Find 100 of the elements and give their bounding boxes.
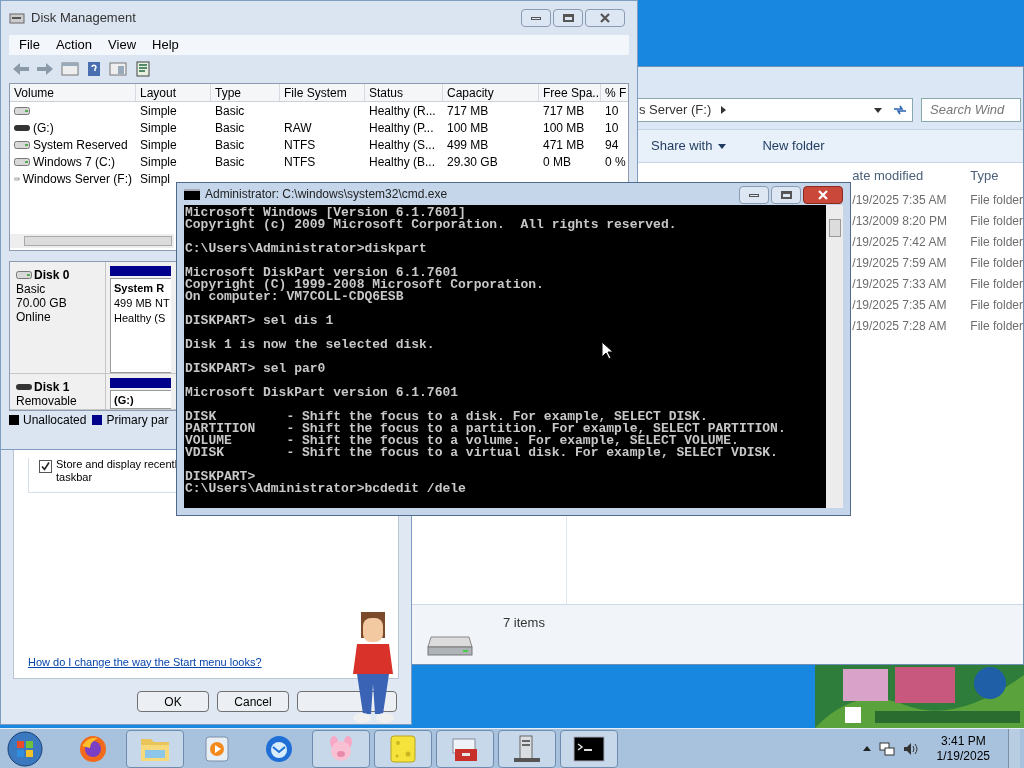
date-cell-text: /19/2025 7:59 AM [852, 254, 948, 272]
disk-info: Online [16, 310, 52, 324]
type-cell-text: File folder [970, 191, 1023, 209]
table-cell-text: Basic [215, 136, 245, 154]
column-header[interactable]: File System [280, 84, 365, 101]
checkbox[interactable] [39, 460, 52, 473]
window-title: Administrator: C:\windows\system32\cmd.exe [205, 186, 448, 203]
menu-item[interactable]: Help [152, 35, 179, 55]
menu-item[interactable]: View [108, 35, 137, 55]
app-icon [9, 11, 25, 25]
console-line: VOLUME - Shift the focus to a volume. For example, SELECT VOLUME. [185, 435, 739, 447]
column-header[interactable]: Free Spa... [539, 84, 601, 101]
table-cell-text: Simple [140, 119, 177, 137]
refresh-icon[interactable] [892, 104, 908, 116]
type-cell-text: File folder [970, 275, 1023, 293]
console-icon [184, 188, 200, 200]
console-line: Microsoft DiskPart version 6.1.7601 [185, 387, 459, 399]
maximize-button[interactable] [771, 186, 801, 204]
table-cell-text: Healthy (S... [369, 136, 436, 154]
type-cell-text: File folder [970, 317, 1023, 335]
table-cell-text: System Reserved [33, 136, 128, 154]
column-header[interactable]: % F [601, 84, 628, 101]
close-button[interactable] [803, 186, 843, 204]
table-cell-text: Simpl [140, 170, 170, 188]
column-header[interactable]: Volume [10, 84, 136, 101]
drive-icon [14, 139, 30, 150]
console-line: Copyright (C) 1999-2008 Microsoft Corporation. [185, 279, 544, 291]
dialog-button[interactable]: Cancel [217, 691, 289, 712]
table-cell-text: NTFS [284, 153, 316, 171]
disk-name: Disk 0 [34, 268, 70, 282]
table-cell-text: 499 MB [447, 136, 489, 154]
new-folder-button[interactable]: New folder [762, 136, 825, 156]
help-link[interactable]: How do I change the way the Start menu looks? [28, 653, 262, 670]
table-cell-text: 10 [605, 102, 619, 120]
minimize-button[interactable] [739, 186, 769, 204]
console-line: PARTITION - Shift the focus to a partition. For example, SELECT PARTITION. [185, 423, 786, 435]
column-header[interactable]: Status [365, 84, 443, 101]
partition-block[interactable]: (G:) [110, 390, 171, 409]
vertical-scrollbar[interactable] [826, 205, 843, 508]
caret-icon [718, 143, 727, 149]
date-cell-text: /19/2025 7:35 AM [852, 296, 948, 314]
partition-bar [110, 378, 171, 388]
column-header[interactable]: Capacity [443, 84, 539, 101]
table-cell-text: 29.30 GB [447, 153, 498, 171]
column-header[interactable]: Layout [136, 84, 211, 101]
table-cell-text: 100 MB [543, 119, 585, 137]
show-hidden-icon[interactable] [862, 746, 871, 751]
sponge-icon [389, 733, 417, 764]
dialog-button[interactable]: OK [137, 691, 209, 712]
table-cell-text: NTFS [284, 136, 316, 154]
clock[interactable]: 3:41 PM 1/19/2025 [926, 733, 1000, 764]
legend-label: Unallocated [23, 412, 87, 429]
column-header[interactable]: ate modified [852, 166, 971, 186]
drive-icon [14, 123, 30, 132]
browser-icon [78, 733, 108, 764]
drive-icon [16, 383, 32, 391]
console-line: DISKPART> [185, 471, 256, 483]
show-desktop-button[interactable] [1008, 728, 1020, 768]
checkbox-label: taskbar [56, 471, 93, 484]
table-cell-text: 100 MB [447, 119, 489, 137]
close-button[interactable] [585, 9, 625, 27]
console-line: Copyright (c) 2009 Microsoft Corporation. All rights reserved. [185, 219, 677, 231]
taskbar-button[interactable] [560, 729, 618, 768]
close-icon [600, 13, 610, 23]
date-cell-text: /19/2025 7:28 AM [852, 317, 948, 335]
table-cell-text: Windows 7 (C:) [33, 153, 115, 171]
computer-icon [512, 733, 542, 764]
partition-info: 499 MB NT [114, 296, 170, 311]
network-icon[interactable] [878, 740, 895, 757]
maximize-button[interactable] [553, 9, 583, 27]
search-field[interactable]: Search Wind [921, 98, 1021, 122]
console-line: DISK - Shift the focus to a disk. For example, SELECT DISK. [185, 411, 708, 423]
help-icon[interactable] [87, 61, 101, 77]
table-cell-text: 471 MB [543, 136, 585, 154]
column-header[interactable]: Type [970, 166, 999, 186]
console-icon [573, 735, 605, 762]
menu-item[interactable]: File [19, 35, 40, 55]
properties-icon[interactable] [135, 61, 151, 77]
share-with-button[interactable]: Share with [651, 136, 727, 156]
type-cell-text: File folder [970, 254, 1023, 272]
close-icon [818, 190, 828, 200]
date-cell-text: /19/2025 7:35 AM [852, 191, 948, 209]
dropdown-icon[interactable] [874, 107, 882, 113]
table-cell-text: Basic [215, 102, 245, 120]
table-cell-text: Simple [140, 102, 177, 120]
partition-block[interactable]: System R 499 MB NT Healthy (S [110, 278, 171, 373]
column-header[interactable]: Type [211, 84, 280, 101]
mail-icon [264, 733, 294, 764]
table-cell-text: 0 MB [543, 153, 571, 171]
console-line: DISKPART> sel dis 1 [185, 315, 334, 327]
drive-icon [14, 156, 30, 167]
minimize-button[interactable] [521, 9, 551, 27]
media-player-icon [204, 734, 230, 763]
table-cell-text: Simple [140, 136, 177, 154]
checkbox-label: Store and display recentl [56, 458, 178, 471]
console-line: VDISK - Shift the focus to a virtual disk. For example, SELECT VDISK. [185, 447, 778, 459]
legend-label: Primary par [106, 412, 169, 429]
table-cell-text: 717 MB [543, 102, 585, 120]
menu-item[interactable]: Action [55, 35, 93, 55]
horizontal-scrollbar[interactable] [10, 234, 174, 248]
